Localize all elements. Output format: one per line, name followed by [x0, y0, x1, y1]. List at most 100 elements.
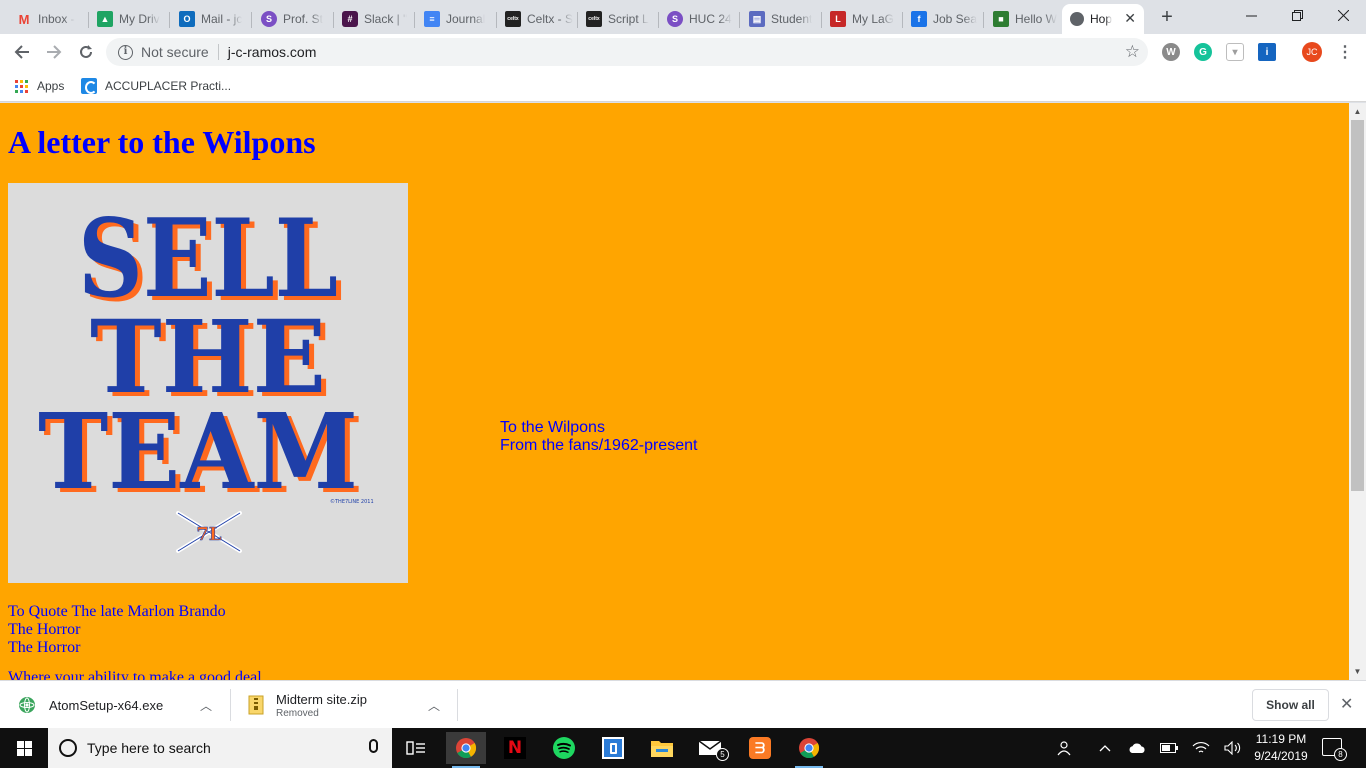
cloud-icon [1129, 743, 1145, 753]
taskbar-app[interactable]: N [495, 732, 535, 764]
tab-separator [414, 12, 415, 28]
divider [217, 44, 219, 60]
taskbar-app[interactable] [446, 732, 486, 768]
tab-separator [169, 12, 170, 28]
tab-title: Hello W [1015, 12, 1058, 26]
device-manager-icon [602, 737, 624, 759]
chevron-up-icon[interactable]: ︿ [428, 697, 440, 714]
extension-pocket-icon[interactable]: ▾ [1226, 43, 1244, 61]
close-icon [1337, 9, 1349, 21]
download-item[interactable]: AtomSetup-x64.exe ︿ [18, 681, 230, 729]
taskbar-search[interactable]: Type here to search [48, 728, 392, 768]
back-button[interactable] [8, 38, 36, 66]
bookmarks-bar: Apps ACCUPLACER Practi... [0, 70, 1366, 102]
tab[interactable]: celtx Script L [578, 4, 659, 34]
url-text[interactable]: j-c-ramos.com [228, 44, 317, 60]
people-button[interactable] [1052, 728, 1078, 768]
tab[interactable]: S Prof. St [253, 4, 334, 34]
tab[interactable]: ≡ Journal [416, 4, 497, 34]
poster-line-team: TEAM [38, 390, 358, 513]
tab[interactable]: f Job Sea [903, 4, 984, 34]
scroll-up-arrow-icon[interactable]: ▲ [1349, 103, 1366, 120]
crossed-bats-logo: 7L [176, 511, 242, 553]
body-text-partial: Where your ability to make a good deal [8, 669, 262, 680]
taskbar-app[interactable] [544, 732, 584, 764]
extension-info-icon[interactable]: i [1258, 43, 1276, 61]
cube-icon: ■ [993, 11, 1009, 27]
profile-avatar[interactable]: JC [1302, 42, 1322, 62]
show-all-button[interactable]: Show all [1252, 689, 1329, 721]
tab[interactable]: O Mail - jc [171, 4, 252, 34]
tab[interactable]: ■ Hello W [985, 4, 1066, 34]
tab-title: HUC 24 [689, 12, 732, 26]
simplenote-icon: S [667, 11, 683, 27]
tab[interactable]: # Slack | " [334, 4, 415, 34]
close-icon[interactable]: ✕ [1340, 694, 1353, 714]
chrome-icon [799, 738, 820, 759]
new-tab-button[interactable]: + [1155, 6, 1179, 30]
page-scrollbar[interactable]: ▲ ▼ [1349, 103, 1366, 680]
extension-w-icon[interactable]: W [1162, 43, 1180, 61]
arrow-right-icon [47, 45, 62, 59]
browser-toolbar: i Not secure j-c-ramos.com ☆ W G ▾ i JC … [0, 34, 1366, 70]
tab-close-icon[interactable]: ✕ [1124, 10, 1136, 27]
reload-button[interactable] [72, 38, 100, 66]
bookmark-accuplacer[interactable]: ACCUPLACER Practi... [81, 76, 231, 96]
tab-active[interactable]: Hop ✕ [1062, 4, 1144, 34]
poster-copyright: ©THE7LINE 2011 [330, 498, 374, 505]
onedrive-button[interactable] [1124, 728, 1150, 768]
system-clock[interactable]: 11:19 PM 9/24/2019 [1248, 731, 1314, 765]
bookmark-apps[interactable]: Apps [15, 76, 64, 96]
tab-title: My LaG [852, 12, 895, 26]
taskbar-app[interactable] [593, 732, 633, 764]
address-bar[interactable]: i Not secure j-c-ramos.com ☆ [106, 38, 1148, 66]
minimize-button[interactable] [1228, 0, 1274, 30]
start-button[interactable] [0, 728, 48, 768]
netflix-icon: N [504, 737, 526, 759]
tab[interactable]: M Inbox - [8, 4, 89, 34]
microphone-icon[interactable] [369, 739, 378, 753]
download-name: AtomSetup-x64.exe [49, 697, 164, 713]
quote-block: To Quote The late Marlon Brando The Horr… [8, 603, 226, 657]
side-note-line: To the Wilpons [500, 419, 605, 436]
info-icon[interactable]: i [118, 44, 133, 60]
grammarly-icon[interactable]: G [1194, 43, 1212, 61]
tab[interactable]: ▤ Student [741, 4, 822, 34]
scrollbar-thumb[interactable] [1351, 120, 1364, 491]
action-center-icon[interactable]: 8 [1322, 738, 1347, 761]
arrow-left-icon [14, 45, 29, 59]
job-search-icon: f [911, 11, 927, 27]
gmail-icon: M [18, 11, 30, 27]
bookmark-star-icon[interactable]: ☆ [1125, 42, 1140, 62]
quote-line: The Horror [8, 639, 81, 656]
chevron-up-icon[interactable]: ︿ [200, 697, 212, 714]
quote-line: To Quote The late Marlon Brando [8, 603, 226, 620]
tab[interactable]: L My LaG [822, 4, 903, 34]
close-window-button[interactable] [1320, 0, 1366, 30]
tab[interactable]: celtx Celtx - S [497, 4, 578, 34]
forward-button[interactable] [40, 38, 68, 66]
tab[interactable]: ▲ My Driv [89, 4, 170, 34]
cortana-icon [59, 739, 77, 757]
spotify-icon [553, 737, 575, 759]
network-button[interactable] [1188, 728, 1214, 768]
security-label[interactable]: Not secure [141, 44, 209, 60]
volume-button[interactable] [1220, 728, 1246, 768]
taskbar-app[interactable] [642, 732, 682, 764]
battery-button[interactable] [1156, 728, 1182, 768]
taskbar-app[interactable] [789, 732, 829, 768]
task-view-button[interactable] [396, 732, 436, 764]
tab[interactable]: S HUC 24 [659, 4, 740, 34]
menu-kebab-icon[interactable]: ⋮ [1337, 42, 1353, 62]
download-item[interactable]: Midterm site.zip Removed ︿ [248, 681, 456, 729]
taskbar-app[interactable]: 5 [691, 732, 731, 764]
minimize-icon [1245, 15, 1257, 16]
chevron-up-icon [1099, 745, 1111, 752]
tab-title: My Driv [119, 12, 160, 26]
scroll-down-arrow-icon[interactable]: ▼ [1349, 663, 1366, 680]
show-hidden-icons-button[interactable] [1094, 728, 1116, 768]
taskbar-app[interactable]: ᗱ [740, 732, 780, 764]
divider [230, 689, 231, 721]
restore-button[interactable] [1274, 0, 1320, 30]
windows-logo-icon [16, 740, 32, 756]
